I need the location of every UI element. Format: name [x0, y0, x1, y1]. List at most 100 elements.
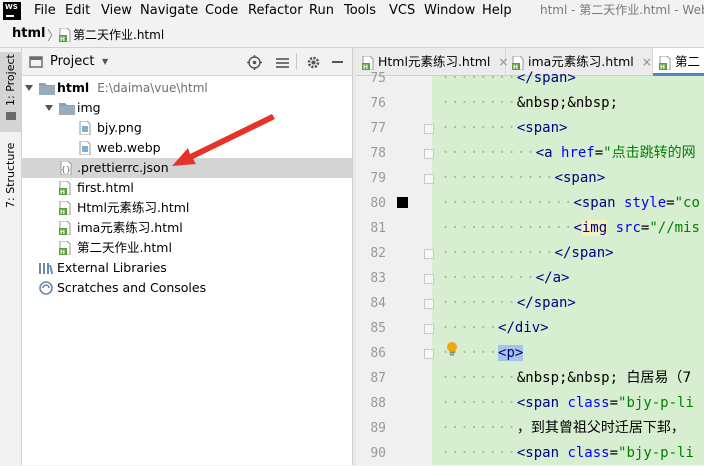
code-line[interactable]: ··············<span style="co	[432, 191, 704, 216]
tree-item-html[interactable]: Hfirst.html	[22, 178, 352, 198]
code-token: </span>	[516, 295, 576, 311]
code-token: <a	[535, 145, 562, 161]
menu-window[interactable]: Window	[424, 0, 475, 22]
indent-guide: ············	[432, 170, 555, 186]
line-number: 89	[370, 421, 386, 436]
code-line[interactable]: ······<p>	[432, 341, 704, 366]
code-line[interactable]: ··············<img src="//mis	[432, 216, 704, 241]
code-line[interactable]: ········&nbsp;&nbsp; 白居易（7	[432, 366, 704, 391]
project-panel-title[interactable]: Project	[50, 54, 94, 69]
code-token: 白居易（7	[626, 370, 692, 386]
tree-item-label: .prettierrc.json	[77, 160, 169, 175]
menu-view[interactable]: View	[101, 0, 132, 22]
line-number: 87	[370, 371, 386, 386]
line-number: 82	[370, 246, 386, 261]
menu-code[interactable]: Code	[205, 0, 238, 22]
menu-navigate[interactable]: Navigate	[140, 0, 198, 22]
tree-item-library[interactable]: External Libraries	[22, 258, 352, 278]
menu-vcs[interactable]: VCS	[389, 0, 415, 22]
code-line[interactable]: ··········</a>	[432, 266, 704, 291]
menu-help[interactable]: Help	[482, 0, 512, 22]
line-number: 78	[370, 146, 386, 161]
svg-text:H: H	[60, 36, 65, 42]
code-token: src	[615, 220, 641, 236]
project-stripe-icon	[6, 112, 16, 120]
gear-icon[interactable]	[306, 55, 321, 70]
line-number: 81	[370, 221, 386, 236]
tree-item-label: Scratches and Consoles	[57, 280, 207, 295]
line-number: 75	[370, 71, 386, 86]
scratches-icon	[39, 281, 54, 301]
indent-guide: ············	[432, 245, 555, 261]
code-token: <	[573, 220, 582, 236]
tree-item-html[interactable]: H 第二天作业.html	[22, 238, 352, 258]
code-token: <span	[516, 445, 568, 461]
structure-tool-button[interactable]: 7: Structure	[0, 140, 22, 230]
code-line[interactable]: ········&nbsp;&nbsp;	[432, 91, 704, 116]
code-token: &nbsp;&nbsp;	[516, 370, 627, 386]
code-line[interactable]: ········，到其曾祖父时迁居下邽，	[432, 416, 704, 441]
code-token: </a>	[535, 270, 570, 286]
breadcrumb-file[interactable]: 第二天作业.html	[73, 26, 164, 43]
indent-guide: ········	[432, 395, 517, 411]
project-view-icon	[29, 56, 43, 68]
tree-item-html[interactable]: H Html元素练习.html	[22, 198, 352, 218]
breadcrumb-root[interactable]: html	[12, 26, 45, 41]
code-line[interactable]: ············<span>	[432, 166, 704, 191]
minimize-icon[interactable]	[332, 61, 343, 63]
menu-edit[interactable]: Edit	[65, 0, 90, 22]
menu-file[interactable]: File	[34, 0, 56, 22]
code-token: <span>	[554, 170, 606, 186]
project-dropdown-chevron-icon[interactable]: ▼	[102, 57, 108, 66]
tree-item-folder[interactable]: html E:\daima\vue\html	[22, 78, 352, 98]
tree-item-label: first.html	[77, 180, 134, 195]
svg-text:H: H	[60, 189, 65, 195]
annotation-arrow	[172, 114, 275, 166]
locate-target-icon[interactable]	[247, 55, 262, 70]
code-line[interactable]: ········</span>	[432, 291, 704, 316]
menu-bar: WS File Edit View Navigate Code Refactor Run To…	[0, 0, 704, 22]
indent-guide: ········	[432, 95, 517, 111]
code-line[interactable]: ········<span>	[432, 116, 704, 141]
menu-refactor[interactable]: Refactor	[248, 0, 303, 22]
code-line[interactable]: ············</span>	[432, 241, 704, 266]
code-token: </span>	[516, 70, 576, 86]
line-number: 86	[370, 346, 386, 361]
tree-item-label: External Libraries	[57, 260, 167, 275]
code-token: img	[581, 220, 608, 236]
structure-stripe-label: 7: Structure	[4, 142, 17, 208]
navigation-bar: html 〉 H 第二天作业.html	[0, 22, 704, 48]
code-line[interactable]: ········<span class="bjy-p-li	[432, 441, 704, 466]
indent-guide: ··············	[432, 195, 574, 211]
code-token: style	[624, 195, 667, 211]
collapse-all-icon[interactable]	[276, 57, 289, 68]
indent-guide: ········	[432, 120, 517, 136]
menu-tools[interactable]: Tools	[344, 0, 376, 22]
tree-item-label: 第二天作业.html	[77, 240, 172, 255]
svg-text:H: H	[60, 229, 65, 235]
tree-item-label: web.webp	[97, 140, 161, 155]
indent-guide: ········	[432, 295, 517, 311]
expand-arrow-icon[interactable]	[45, 105, 53, 111]
expand-arrow-icon[interactable]	[25, 85, 33, 91]
tree-item-path-hint: E:\daima\vue\html	[97, 81, 208, 95]
indent-guide: ········	[432, 420, 517, 436]
tree-item-scratch[interactable]: Scratches and Consoles	[22, 278, 352, 298]
indent-guide: ··········	[432, 270, 536, 286]
line-number: 85	[370, 321, 386, 336]
menu-run[interactable]: Run	[309, 0, 334, 22]
line-number: 79	[370, 171, 386, 186]
bookmark-marker-icon[interactable]	[397, 197, 408, 208]
code-line[interactable]: ········<span class="bjy-p-li	[432, 391, 704, 416]
tree-item-html[interactable]: Hima元素练习.html	[22, 218, 352, 238]
code-line[interactable]: ········</span>	[432, 66, 704, 91]
webstorm-logo-icon: WS	[3, 2, 21, 20]
code-token: <span	[516, 395, 568, 411]
code-token: =	[666, 195, 675, 211]
code-token: "bjy-p-li	[618, 395, 694, 411]
lightbulb-icon[interactable]	[446, 341, 458, 357]
project-tool-button[interactable]: 1: Project	[0, 52, 22, 132]
code-line[interactable]: ··········<a href="点击跳转的网	[432, 141, 704, 166]
code-line[interactable]: ······</div>	[432, 316, 704, 341]
